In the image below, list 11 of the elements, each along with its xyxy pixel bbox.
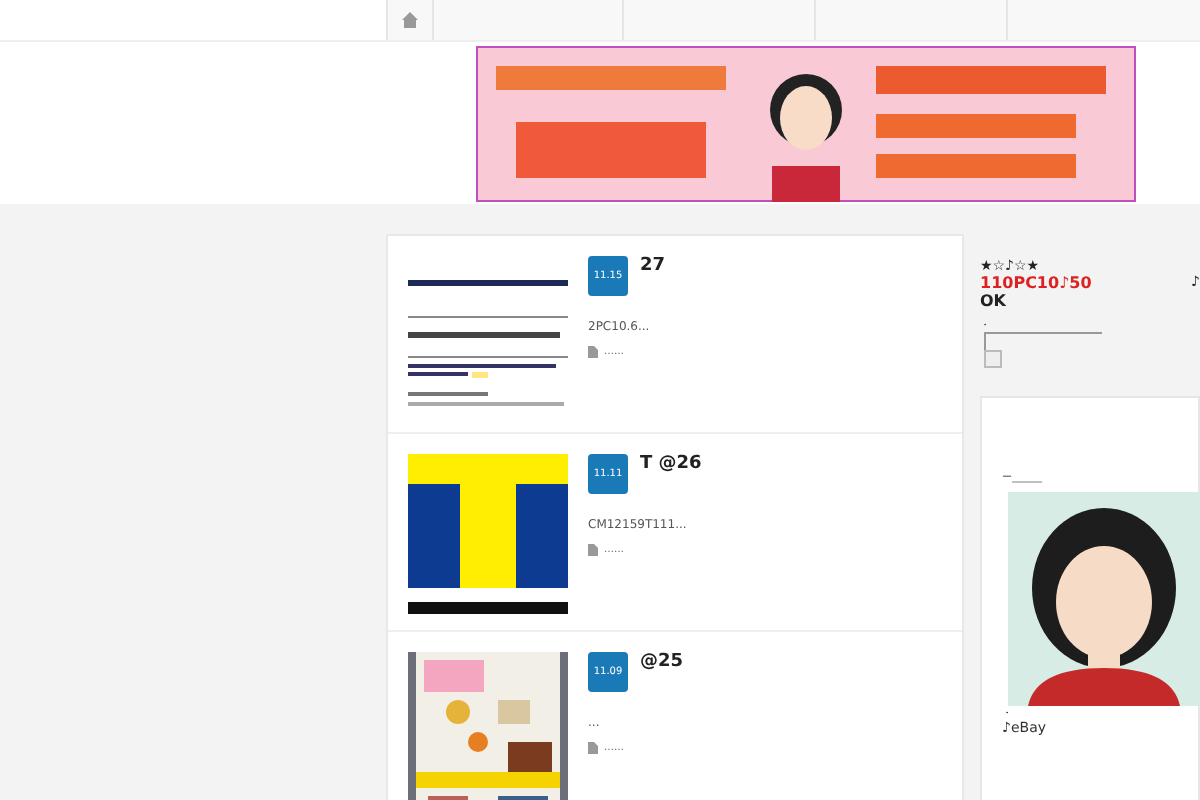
nav-tab[interactable] xyxy=(386,0,432,40)
document-icon xyxy=(588,346,598,358)
submit-button[interactable] xyxy=(984,350,1002,368)
sidebar-ok-text: OK xyxy=(980,292,1008,310)
post-title[interactable]: T @26 xyxy=(640,454,702,474)
document-icon xyxy=(588,544,598,556)
post-title[interactable]: 27 xyxy=(640,256,666,276)
document-icon xyxy=(588,742,598,754)
home-icon xyxy=(401,12,418,28)
sidebar-headline: 110PC10♪50 xyxy=(980,274,1092,292)
post-title[interactable]: @25 xyxy=(640,652,684,672)
